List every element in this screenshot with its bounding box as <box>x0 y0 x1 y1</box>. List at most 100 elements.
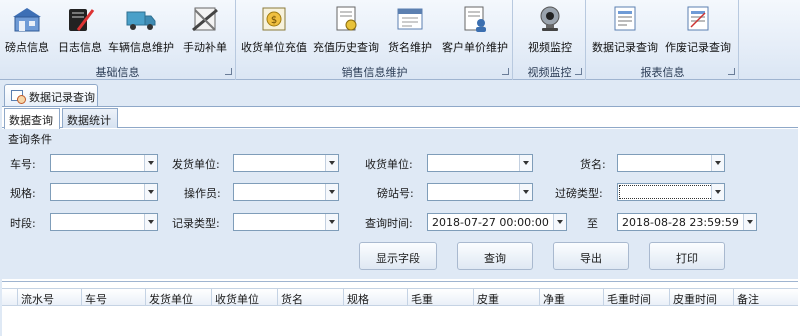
void-record-query-button[interactable]: 作废记录查询 <box>663 2 733 60</box>
video-monitor-label: 视频监控 <box>528 41 572 54</box>
document-tab-label: 数据记录查询 <box>29 91 95 104</box>
column-header-gross-time[interactable]: 毛重时间 <box>604 289 670 306</box>
tab-data-record-query[interactable]: 数据记录查询 <box>4 84 98 106</box>
receiver-select[interactable] <box>427 154 533 172</box>
webcam-icon <box>534 4 566 34</box>
customer-price-icon <box>459 4 491 34</box>
operator-select[interactable] <box>233 183 339 201</box>
log-info-label: 日志信息 <box>58 41 102 54</box>
column-header-tare[interactable]: 皮重 <box>474 289 540 306</box>
plate-label: 车号: <box>10 158 36 171</box>
print-button[interactable]: 打印 <box>649 242 725 270</box>
station-info-button[interactable]: 磅点信息 <box>2 2 52 60</box>
manual-ticket-button[interactable]: 手动补单 <box>178 2 232 60</box>
ribbon-group-reports: 数据记录查询 作废记录查询 报表信息 <box>587 0 739 80</box>
dialog-launcher-icon[interactable] <box>728 68 735 75</box>
ribbon-group-label: 报表信息 <box>640 66 685 79</box>
dialog-launcher-icon[interactable] <box>575 68 582 75</box>
goods-maintenance-button[interactable]: 货名维护 <box>383 2 437 60</box>
column-header-spec[interactable]: 规格 <box>344 289 408 306</box>
data-record-query-button[interactable]: 数据记录查询 <box>591 2 659 60</box>
chevron-down-icon[interactable] <box>144 155 157 171</box>
chevron-down-icon[interactable] <box>519 184 532 200</box>
chevron-down-icon[interactable] <box>325 155 338 171</box>
query-button[interactable]: 查询 <box>457 242 533 270</box>
spec-label: 规格: <box>10 187 36 200</box>
weigh-type-select[interactable] <box>617 183 725 201</box>
chevron-down-icon[interactable] <box>743 214 756 230</box>
data-report-icon <box>609 4 641 34</box>
records-grid[interactable]: 流水号 车号 发货单位 收货单位 货名 规格 毛重 皮重 净重 毛重时间 皮重时… <box>2 281 798 336</box>
chevron-down-icon[interactable] <box>711 184 724 200</box>
report-search-icon <box>11 90 26 104</box>
column-header-remark[interactable]: 备注 <box>734 289 798 306</box>
query-conditions-panel: 查询条件 车号: 发货单位: 收货单位: 货名: 规格: 操作员: 磅站号: 过… <box>2 129 798 279</box>
column-header-receiver[interactable]: 收货单位 <box>212 289 278 306</box>
column-header-tare-time[interactable]: 皮重时间 <box>670 289 734 306</box>
log-info-button[interactable]: 日志信息 <box>55 2 105 60</box>
chevron-down-icon[interactable] <box>144 214 157 230</box>
sender-select[interactable] <box>233 154 339 172</box>
show-fields-button[interactable]: 显示字段 <box>359 242 437 270</box>
export-button[interactable]: 导出 <box>553 242 629 270</box>
manual-ticket-label: 手动补单 <box>183 41 227 54</box>
panel-title: 查询条件 <box>8 133 52 146</box>
ribbon-group-label: 销售信息维护 <box>341 66 408 79</box>
column-header-goods[interactable]: 货名 <box>278 289 344 306</box>
receiver-recharge-label: 收货单位充值 <box>241 41 307 54</box>
recharge-history-button[interactable]: 充值历史查询 <box>313 2 379 60</box>
vehicle-maintenance-button[interactable]: 车辆信息维护 <box>108 2 174 60</box>
station-info-label: 磅点信息 <box>5 41 49 54</box>
goods-select[interactable] <box>617 154 725 172</box>
column-header-plate[interactable]: 车号 <box>82 289 146 306</box>
weigh-type-label: 过磅类型: <box>555 187 603 200</box>
chevron-down-icon[interactable] <box>519 155 532 171</box>
tab-data-query[interactable]: 数据查询 <box>4 108 60 129</box>
receiver-label: 收货单位: <box>365 158 413 171</box>
notebook-pen-icon <box>64 4 96 34</box>
column-header-serial[interactable]: 流水号 <box>18 289 82 306</box>
start-datetime-value: 2018-07-27 00:00:00 <box>432 216 549 229</box>
plate-select[interactable] <box>50 154 158 172</box>
grid-header: 流水号 车号 发货单位 收货单位 货名 规格 毛重 皮重 净重 毛重时间 皮重时… <box>2 288 798 306</box>
chevron-down-icon[interactable] <box>144 184 157 200</box>
vehicle-maintenance-label: 车辆信息维护 <box>108 41 174 54</box>
dialog-launcher-icon[interactable] <box>502 68 509 75</box>
ribbon-group-video: 视频监控 视频监控 <box>514 0 586 80</box>
sender-label: 发货单位: <box>172 158 220 171</box>
period-select[interactable] <box>50 213 158 231</box>
warehouse-icon <box>11 4 43 34</box>
station-label: 磅站号: <box>377 187 414 200</box>
row-selector-header[interactable] <box>2 289 18 306</box>
ribbon-group-basic-info: 磅点信息 日志信息 车辆信息维护 手动补单 基础信息 <box>0 0 236 80</box>
recharge-icon: $ <box>258 4 290 34</box>
query-time-label: 查询时间: <box>365 217 413 230</box>
spec-select[interactable] <box>50 183 158 201</box>
dialog-launcher-icon[interactable] <box>225 68 232 75</box>
start-datetime-picker[interactable]: 2018-07-27 00:00:00 <box>427 213 567 231</box>
chevron-down-icon[interactable] <box>325 184 338 200</box>
column-header-net[interactable]: 净重 <box>540 289 604 306</box>
to-label: 至 <box>587 217 598 230</box>
record-type-label: 记录类型: <box>172 217 220 230</box>
video-monitor-button[interactable]: 视频监控 <box>520 2 580 60</box>
receiver-recharge-button[interactable]: $ 收货单位充值 <box>241 2 307 60</box>
customer-price-button[interactable]: 客户单价维护 <box>441 2 509 60</box>
void-record-query-label: 作废记录查询 <box>665 41 731 54</box>
tab-data-statistics[interactable]: 数据统计 <box>62 108 118 128</box>
column-header-gross[interactable]: 毛重 <box>408 289 474 306</box>
chevron-down-icon[interactable] <box>711 155 724 171</box>
record-type-select[interactable] <box>233 213 339 231</box>
operator-label: 操作员: <box>184 187 221 200</box>
column-header-sender[interactable]: 发货单位 <box>146 289 212 306</box>
chevron-down-icon[interactable] <box>325 214 338 230</box>
chevron-down-icon[interactable] <box>553 214 566 230</box>
ribbon-toolbar: 磅点信息 日志信息 车辆信息维护 手动补单 基础信息 $ 收货单位充值 充值历史… <box>0 0 800 80</box>
station-select[interactable] <box>427 183 533 201</box>
svg-text:$: $ <box>271 15 277 26</box>
data-record-query-label: 数据记录查询 <box>592 41 658 54</box>
recharge-history-label: 充值历史查询 <box>313 41 379 54</box>
end-datetime-picker[interactable]: 2018-08-28 23:59:59 <box>617 213 757 231</box>
ribbon-group-label: 基础信息 <box>95 66 140 79</box>
inner-tab-bar: 数据查询 数据统计 <box>2 108 798 129</box>
